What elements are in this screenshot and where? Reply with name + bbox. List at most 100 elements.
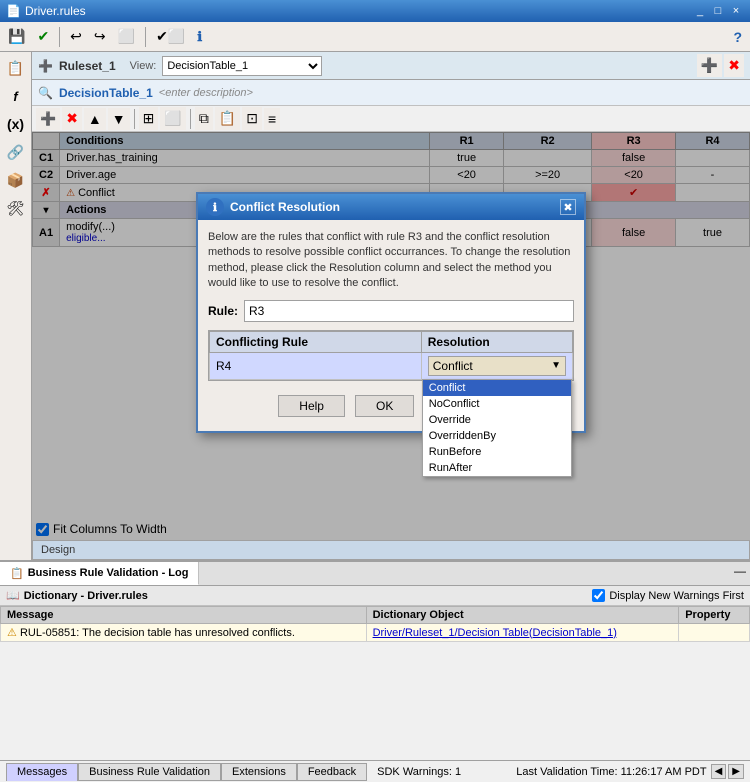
business-rule-validation-tab[interactable]: Business Rule Validation <box>78 763 221 781</box>
log-header-title: Dictionary - Driver.rules <box>24 590 148 602</box>
toolbar-separator-1 <box>59 27 60 47</box>
dialog-body: Below are the rules that conflict with r… <box>198 220 584 431</box>
delete-rule-button[interactable]: ✖ <box>724 54 744 77</box>
dt-grid-button[interactable]: ⊞ <box>139 107 159 130</box>
close-button[interactable]: × <box>728 4 744 18</box>
resolution-dropdown-list: Conflict NoConflict Override OverriddenB… <box>422 379 572 477</box>
status-tabs: Messages Business Rule Validation Extens… <box>6 763 367 781</box>
redo-button[interactable]: ↪ <box>90 25 110 48</box>
dialog-rule-input[interactable] <box>244 300 574 322</box>
log-book-icon: 📖 <box>6 589 20 602</box>
dt-desc: <enter description> <box>159 87 253 99</box>
dt-delete-button[interactable]: ✖ <box>62 107 82 130</box>
log-object-cell: Driver/Ruleset_1/Decision Table(Decision… <box>366 624 679 642</box>
ruleset-name: Ruleset_1 <box>59 59 116 73</box>
conflict-table-row[interactable]: R4 Conflict ▼ <box>210 352 573 379</box>
help-button[interactable]: Help <box>278 395 345 417</box>
sidebar-icon-4[interactable]: 🔗 <box>4 140 28 164</box>
dt-add-button[interactable]: ➕ <box>36 108 60 130</box>
dt-col-button[interactable]: ⬜ <box>160 107 185 130</box>
left-sidebar: 📋 f (x) 🔗 📦 🛠 <box>0 52 32 560</box>
conflict-table-wrapper: Conflicting Rule Resolution R4 <box>208 330 574 381</box>
dt-header: 🔍 DecisionTable_1 <enter description> <box>32 80 750 106</box>
log-message-cell: ⚠ RUL-05851: The decision table has unre… <box>1 624 367 642</box>
dt-sep-2 <box>190 109 191 129</box>
dt-down-button[interactable]: ▼ <box>108 108 130 130</box>
messages-tab[interactable]: Messages <box>6 763 78 781</box>
validation-time: Last Validation Time: 11:26:17 AM PDT <box>516 766 706 778</box>
title-bar-controls: _ □ × <box>692 4 744 18</box>
toolbar-separator-2 <box>145 27 146 47</box>
dt-expand-button[interactable]: ⊡ <box>242 107 262 130</box>
title-bar-title: Driver.rules <box>25 4 86 18</box>
resolution-dropdown-cell[interactable]: Conflict ▼ Conflict NoConflict <box>421 352 572 379</box>
dropdown-option-runafter[interactable]: RunAfter <box>423 460 571 476</box>
log-property-cell <box>679 624 750 642</box>
sidebar-icon-2[interactable]: f <box>4 84 28 108</box>
log-th-message: Message <box>1 607 367 624</box>
dt-toolbar: ➕ ✖ ▲ ▼ ⊞ ⬜ ⧉ 📋 ⊡ ≡ <box>32 106 750 132</box>
clear-button[interactable]: ⬜ <box>114 25 139 48</box>
help-button[interactable]: ℹ <box>193 26 206 48</box>
minimize-panel-btn[interactable]: — <box>730 562 750 585</box>
title-bar-content: 📄 Driver.rules <box>6 4 86 18</box>
dt-copy-button[interactable]: ⧉ <box>195 107 213 130</box>
dropdown-option-noconflict[interactable]: NoConflict <box>423 396 571 412</box>
sidebar-icon-1[interactable]: 📋 <box>4 56 28 80</box>
dialog-title-bar: ℹ Conflict Resolution ✖ <box>198 194 584 220</box>
undo-button[interactable]: ↩ <box>66 25 86 48</box>
display-warnings-checkbox[interactable] <box>592 589 605 602</box>
maximize-button[interactable]: □ <box>710 4 726 18</box>
conflict-resolution-dialog: ℹ Conflict Resolution ✖ Below are the ru… <box>196 192 586 433</box>
resolution-current-value: Conflict <box>433 359 473 373</box>
save-button[interactable]: 💾 <box>4 25 29 48</box>
view-label: View: <box>130 60 157 72</box>
log-table-wrapper: Message Dictionary Object Property ⚠ RUL… <box>0 606 750 760</box>
dt-more-button[interactable]: ≡ <box>264 108 280 130</box>
dt-paste-button[interactable]: 📋 <box>215 107 240 130</box>
dialog-close-button[interactable]: ✖ <box>560 199 576 215</box>
main-toolbar: 💾 ✔ ↩ ↪ ⬜ ✔⬜ ℹ ? <box>0 22 750 52</box>
view-select[interactable]: DecisionTable_1 <box>162 56 322 76</box>
dialog-title-text: Conflict Resolution <box>230 200 340 214</box>
rule-bar: ➕ Ruleset_1 View: DecisionTable_1 ➕ ✖ <box>32 52 750 80</box>
dialog-rule-label: Rule: <box>208 304 238 318</box>
dropdown-option-override[interactable]: Override <box>423 412 571 428</box>
sidebar-icon-5[interactable]: 📦 <box>4 168 28 192</box>
feedback-tab[interactable]: Feedback <box>297 763 367 781</box>
title-bar: 📄 Driver.rules _ □ × <box>0 0 750 22</box>
dt-up-button[interactable]: ▲ <box>84 108 106 130</box>
extensions-tab[interactable]: Extensions <box>221 763 297 781</box>
validation-log-tab[interactable]: 📋 Business Rule Validation - Log <box>0 562 199 585</box>
conflict-table: Conflicting Rule Resolution R4 <box>209 331 573 380</box>
verify-button[interactable]: ✔ <box>33 25 53 48</box>
log-th-property: Property <box>679 607 750 624</box>
dropdown-option-overriddenby[interactable]: OverriddenBy <box>423 428 571 444</box>
dropdown-arrow-icon: ▼ <box>551 360 561 371</box>
status-bar: Messages Business Rule Validation Extens… <box>0 760 750 782</box>
scroll-right-button[interactable]: ▶ <box>728 764 744 779</box>
conflict-th-resolution: Resolution <box>421 331 572 352</box>
global-help-button[interactable]: ? <box>729 26 746 48</box>
file-icon: 📄 <box>6 4 21 18</box>
validate-button[interactable]: ✔⬜ <box>152 25 189 48</box>
display-warnings-label: Display New Warnings First <box>609 590 744 602</box>
main-content: ➕ Ruleset_1 View: DecisionTable_1 ➕ ✖ 🔍 … <box>32 52 750 560</box>
dialog-rule-row: Rule: <box>208 300 574 322</box>
bottom-tabs: 📋 Business Rule Validation - Log — <box>0 562 750 586</box>
validation-log-label: Business Rule Validation - Log <box>28 567 189 579</box>
log-object-link[interactable]: Driver/Ruleset_1/Decision Table(Decision… <box>373 627 617 639</box>
sidebar-icon-6[interactable]: 🛠 <box>4 196 28 220</box>
dropdown-option-conflict[interactable]: Conflict <box>423 380 571 396</box>
dialog-description: Below are the rules that conflict with r… <box>208 230 574 292</box>
ok-button[interactable]: OK <box>355 395 414 417</box>
minimize-button[interactable]: _ <box>692 4 708 18</box>
scroll-left-button[interactable]: ◀ <box>711 764 727 779</box>
bottom-panel: 📋 Business Rule Validation - Log — 📖 Dic… <box>0 560 750 760</box>
resolution-dropdown-trigger[interactable]: Conflict ▼ <box>428 356 566 376</box>
dialog-title-icon: ℹ <box>206 198 224 216</box>
add-rule-button[interactable]: ➕ <box>697 54 722 77</box>
sidebar-icon-3[interactable]: (x) <box>4 112 28 136</box>
log-table-row: ⚠ RUL-05851: The decision table has unre… <box>1 624 750 642</box>
dropdown-option-runbefore[interactable]: RunBefore <box>423 444 571 460</box>
